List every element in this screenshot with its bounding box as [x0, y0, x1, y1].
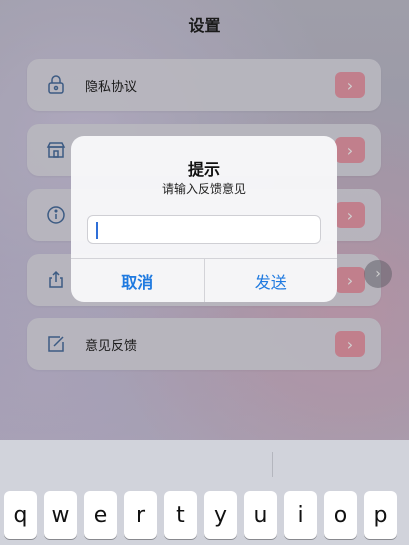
feedback-input[interactable] [87, 215, 321, 244]
keyboard-row-1: q w e r t y u i o p [4, 491, 397, 539]
suggestion-divider [272, 452, 273, 477]
dialog-buttons: 取消 发送 [71, 258, 337, 302]
key-o[interactable]: o [324, 491, 357, 539]
dialog-title: 提示 [187, 160, 220, 179]
key-y[interactable]: y [204, 491, 237, 539]
key-t[interactable]: t [164, 491, 197, 539]
send-button[interactable]: 发送 [205, 259, 338, 302]
key-r[interactable]: r [124, 491, 157, 539]
dialog-message: 请输入反馈意见 [161, 182, 246, 196]
key-i[interactable]: i [284, 491, 317, 539]
cancel-button[interactable]: 取消 [71, 259, 205, 302]
key-e[interactable]: e [84, 491, 117, 539]
key-p[interactable]: p [364, 491, 397, 539]
text-caret [96, 222, 98, 239]
key-w[interactable]: w [44, 491, 77, 539]
key-u[interactable]: u [244, 491, 277, 539]
feedback-dialog: 提示 请输入反馈意见 取消 发送 [71, 136, 337, 302]
key-q[interactable]: q [4, 491, 37, 539]
